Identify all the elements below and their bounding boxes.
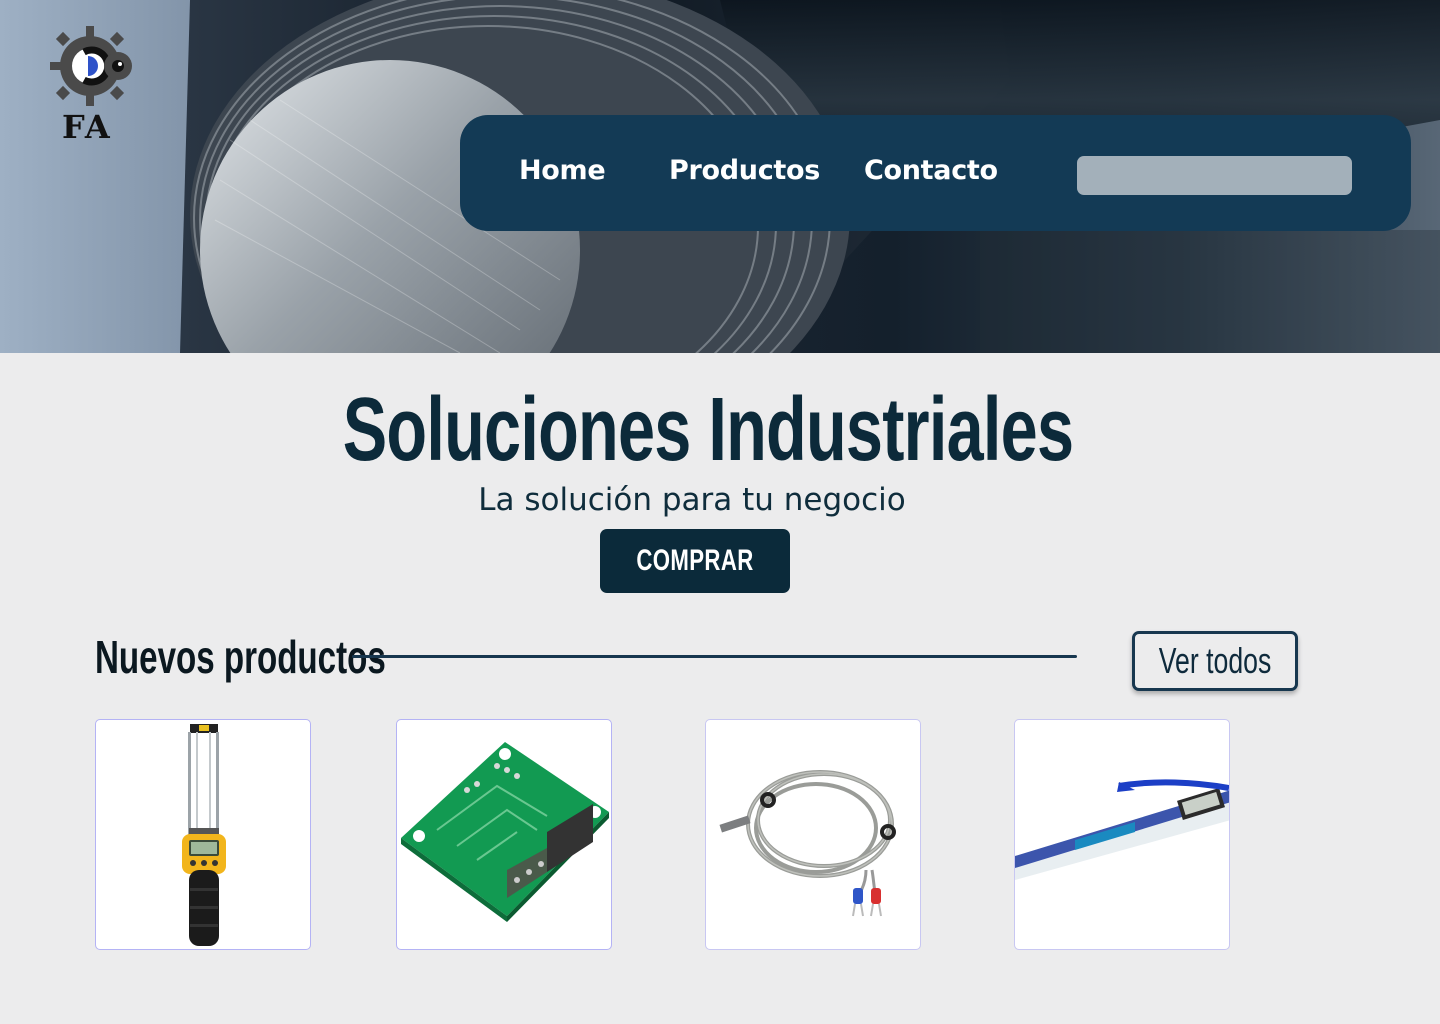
hero-subtitle: La solución para tu negocio: [478, 482, 906, 518]
product-card[interactable]: [396, 719, 612, 950]
ver-todos-label: Ver todos: [1158, 640, 1272, 681]
nav-home-link[interactable]: Home: [519, 155, 606, 186]
search-input[interactable]: [1077, 156, 1352, 195]
main-navbar: Home Productos Contacto: [460, 115, 1411, 231]
product-card[interactable]: [705, 719, 921, 950]
comprar-button[interactable]: COMPRAR: [600, 529, 790, 593]
product-card[interactable]: [1014, 719, 1230, 950]
hero-banner: FA Home Productos Contacto: [0, 0, 1440, 353]
section-divider: [352, 655, 1077, 658]
new-products-title: Nuevos productos: [95, 631, 386, 683]
logo-text: FA: [62, 108, 112, 146]
control-board-image: [401, 742, 609, 922]
nav-contacto-link[interactable]: Contacto: [864, 155, 998, 186]
hero-title: Soluciones Industriales: [342, 380, 1074, 480]
ver-todos-button[interactable]: Ver todos: [1132, 631, 1298, 691]
nav-productos-link[interactable]: Productos: [669, 155, 820, 186]
brand-logo[interactable]: FA: [44, 22, 144, 147]
comprar-button-label: COMPRAR: [636, 544, 754, 577]
thermocouple-cable-image: [719, 770, 896, 917]
product-card[interactable]: [95, 719, 311, 950]
probe-thermometer-image: [1015, 779, 1229, 880]
moisture-meter-image: [182, 724, 226, 946]
